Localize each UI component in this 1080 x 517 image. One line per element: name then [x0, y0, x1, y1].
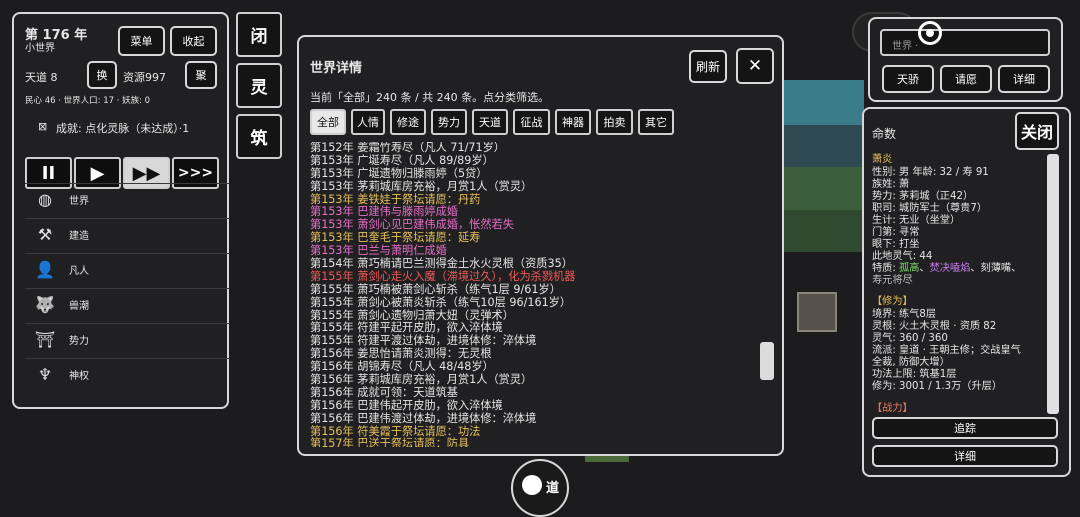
achievement-label: 成就: 点化灵脉（未达成）·1 [56, 122, 190, 135]
dao-button[interactable]: 道 [511, 459, 569, 517]
divine-icon: ♆ [37, 365, 53, 384]
filter-artifacts[interactable]: 神器 [555, 109, 591, 135]
log-entry: 第156年 成就可领：天道筑基 [310, 385, 458, 399]
globe-icon: ◍ [38, 190, 52, 209]
filter-auction[interactable]: 拍卖 [596, 109, 633, 135]
traits-line-2: 寿元将尽 [872, 275, 913, 286]
cultivation-line: 修为: 3001 / 1.3万（升层） [872, 381, 1003, 392]
resource-label: 资源997 [123, 71, 166, 84]
trait-flame: 焚决嗑焰 [929, 263, 971, 274]
dao-icon [522, 475, 542, 495]
sidebar-item-build[interactable]: ⚒ 建造 [25, 218, 230, 250]
prodigy-button[interactable]: 天骄 [882, 65, 934, 93]
attribute-line: 势力: 茅莉城（正42） [872, 191, 974, 202]
close-side-button[interactable]: 闭 [236, 12, 282, 57]
population-stats: 民心 46 · 世界人口: 17 · 妖族: 0 [25, 96, 151, 106]
log-scrollbar-track[interactable] [760, 142, 774, 447]
log-entry: 第153年 广埏寿尽（凡人 89/89岁） [310, 153, 494, 167]
swap-button[interactable]: 换 [87, 61, 117, 89]
log-entry: 第153年 广埏遗物归滕雨婷（5贷） [310, 166, 488, 180]
close-button[interactable]: ✕ [736, 48, 774, 84]
battle-header: 【战力】 [872, 403, 913, 414]
gather-button[interactable]: 聚 [185, 61, 217, 89]
hammer-icon: ⚒ [37, 225, 53, 244]
map-tile-rock [784, 125, 864, 167]
log-entry: 第154年 萧巧楠请巴兰测得金土水火灵根（资质35） [310, 257, 573, 271]
event-log[interactable]: 第152年 姜霜竹寿尽（凡人 71/71岁） 第153年 广埏寿尽（凡人 89/8… [310, 142, 750, 447]
attribute-line: 族姓: 萧 [872, 179, 910, 190]
log-entry: 第153年 茅莉城库房充裕，月赏1人（赏灵） [310, 179, 533, 193]
banner-icon: ⛩ [34, 330, 56, 349]
world-status-panel: 第 176 年 小世界 菜单 收起 天道 8 换 资源997 聚 民心 46 ·… [12, 12, 230, 409]
cultivation-line: 灵气: 360 / 360 [872, 333, 948, 344]
log-entry: 第156年 茅莉城库房充裕，月赏1人（赏灵） [310, 373, 533, 387]
attribute-line: 此地灵气: 44 [872, 251, 933, 262]
filter-relations[interactable]: 人情 [351, 109, 385, 135]
collapse-button[interactable]: 收起 [170, 26, 217, 56]
attribute-line: 生计: 无业（坐堂） [872, 215, 961, 226]
search-placeholder: 世界 · [892, 41, 919, 52]
attribute-line: 职司: 城防军士（尊贵7） [872, 203, 988, 214]
cultivation-line: 全裁, 防御大增） [872, 357, 950, 368]
search-panel: 世界 · 天骄 请愿 详细 [868, 17, 1063, 102]
filter-other[interactable]: 其它 [638, 109, 674, 135]
map-tile-grass-dark [784, 210, 864, 252]
attribute-line: 门第: 寻常 [872, 227, 920, 238]
petition-button[interactable]: 请愿 [940, 65, 992, 93]
map-tile-water [784, 80, 864, 125]
detail-scrollbar[interactable] [1047, 154, 1059, 414]
cultivation-line: 功法上限: 筑基1层 [872, 369, 957, 380]
traits-line: 特质: 孤高、焚决嗑焰、刻薄嘴、 [872, 263, 1022, 274]
spirit-side-button[interactable]: 灵 [236, 63, 282, 108]
log-entry: 第156年 巴建伟起开皮肋，欲入淬体境 [310, 398, 503, 412]
achievement-icon: ⊠ [38, 120, 48, 133]
log-entry: 第155年 萧剑心被萧炎斩杀（练气10层 96/161岁） [310, 295, 572, 309]
world-details-dialog: 世界详情 刷新 ✕ 当前「全部」240 条 / 共 240 条。点分类筛选。 全… [297, 35, 784, 456]
sidebar-item-divine-power[interactable]: ♆ 神权 [25, 358, 230, 390]
detail-more-button[interactable]: 详细 [872, 445, 1058, 467]
map-tile-grass [784, 167, 864, 210]
character-name: 萧炎 [872, 154, 893, 165]
search-input[interactable]: 世界 · [880, 29, 1050, 56]
detail-title: 命数 [872, 127, 897, 141]
beast-icon: 🐺 [35, 295, 55, 314]
sidebar-item-factions[interactable]: ⛩ 势力 [25, 323, 230, 355]
log-scrollbar-thumb[interactable] [760, 342, 774, 380]
character-detail-panel: 命数 关闭 萧炎 性别: 男 年龄: 32 / 寿 91 族姓: 萧势力: 茅莉城… [862, 107, 1071, 477]
filter-summary: 当前「全部」240 条 / 共 240 条。点分类筛选。 [310, 91, 550, 104]
tiandao-label: 天道 8 [25, 71, 58, 84]
details-button[interactable]: 详细 [998, 65, 1050, 93]
filter-factions[interactable]: 势力 [431, 109, 467, 135]
log-entry: 第152年 姜霜竹寿尽（凡人 71/71岁） [310, 142, 505, 154]
map-tile-building[interactable] [797, 292, 837, 332]
cultivation-header: 【修为】 [872, 296, 913, 307]
attribute-line: 眼下: 打坐 [872, 239, 920, 250]
attribute-line: 性别: 男 年龄: 32 / 寿 91 [872, 167, 989, 178]
world-name-label: 小世界 [25, 43, 55, 54]
cultivation-line: 流派: 皇道 · 王朝主修；交战皇气 [872, 345, 1021, 356]
dao-label: 道 [546, 481, 560, 496]
log-entry: 第156年 巴建伟渡过体劫，进境体修：淬体境 [310, 411, 537, 425]
track-button[interactable]: 追踪 [872, 417, 1058, 439]
cultivation-line: 境界: 练气8层 [872, 309, 937, 320]
sidebar-item-beast-tide[interactable]: 🐺 兽潮 [25, 288, 230, 320]
detail-close-button[interactable]: 关闭 [1015, 112, 1059, 150]
menu-button[interactable]: 菜单 [118, 26, 165, 56]
target-icon[interactable] [918, 21, 942, 45]
log-entry: 第157年 巴送于祭坛请愿：防具 [310, 437, 470, 447]
sidebar-item-mortals[interactable]: 👤 凡人 [25, 253, 230, 285]
filter-cultivation[interactable]: 修途 [390, 109, 426, 135]
trait-aloof: 孤高 [899, 263, 920, 274]
dialog-title: 世界详情 [310, 61, 363, 76]
filter-war[interactable]: 征战 [513, 109, 550, 135]
refresh-button[interactable]: 刷新 [689, 50, 727, 83]
log-entry: 第155年 萧巧楠被萧剑心斩杀（练气1层 9/61岁） [310, 282, 561, 296]
filter-all[interactable]: 全部 [310, 109, 346, 135]
build-side-button[interactable]: 筑 [236, 114, 282, 159]
log-entry: 第155年 萧剑心走火入魔（滞境过久），化为杀戮机器 [310, 269, 576, 283]
person-icon: 👤 [35, 260, 55, 279]
filter-heaven[interactable]: 天道 [472, 109, 508, 135]
cultivation-line: 灵根: 火土木灵根 · 资质 82 [872, 321, 997, 332]
sidebar-item-world[interactable]: ◍ 世界 [25, 183, 230, 215]
